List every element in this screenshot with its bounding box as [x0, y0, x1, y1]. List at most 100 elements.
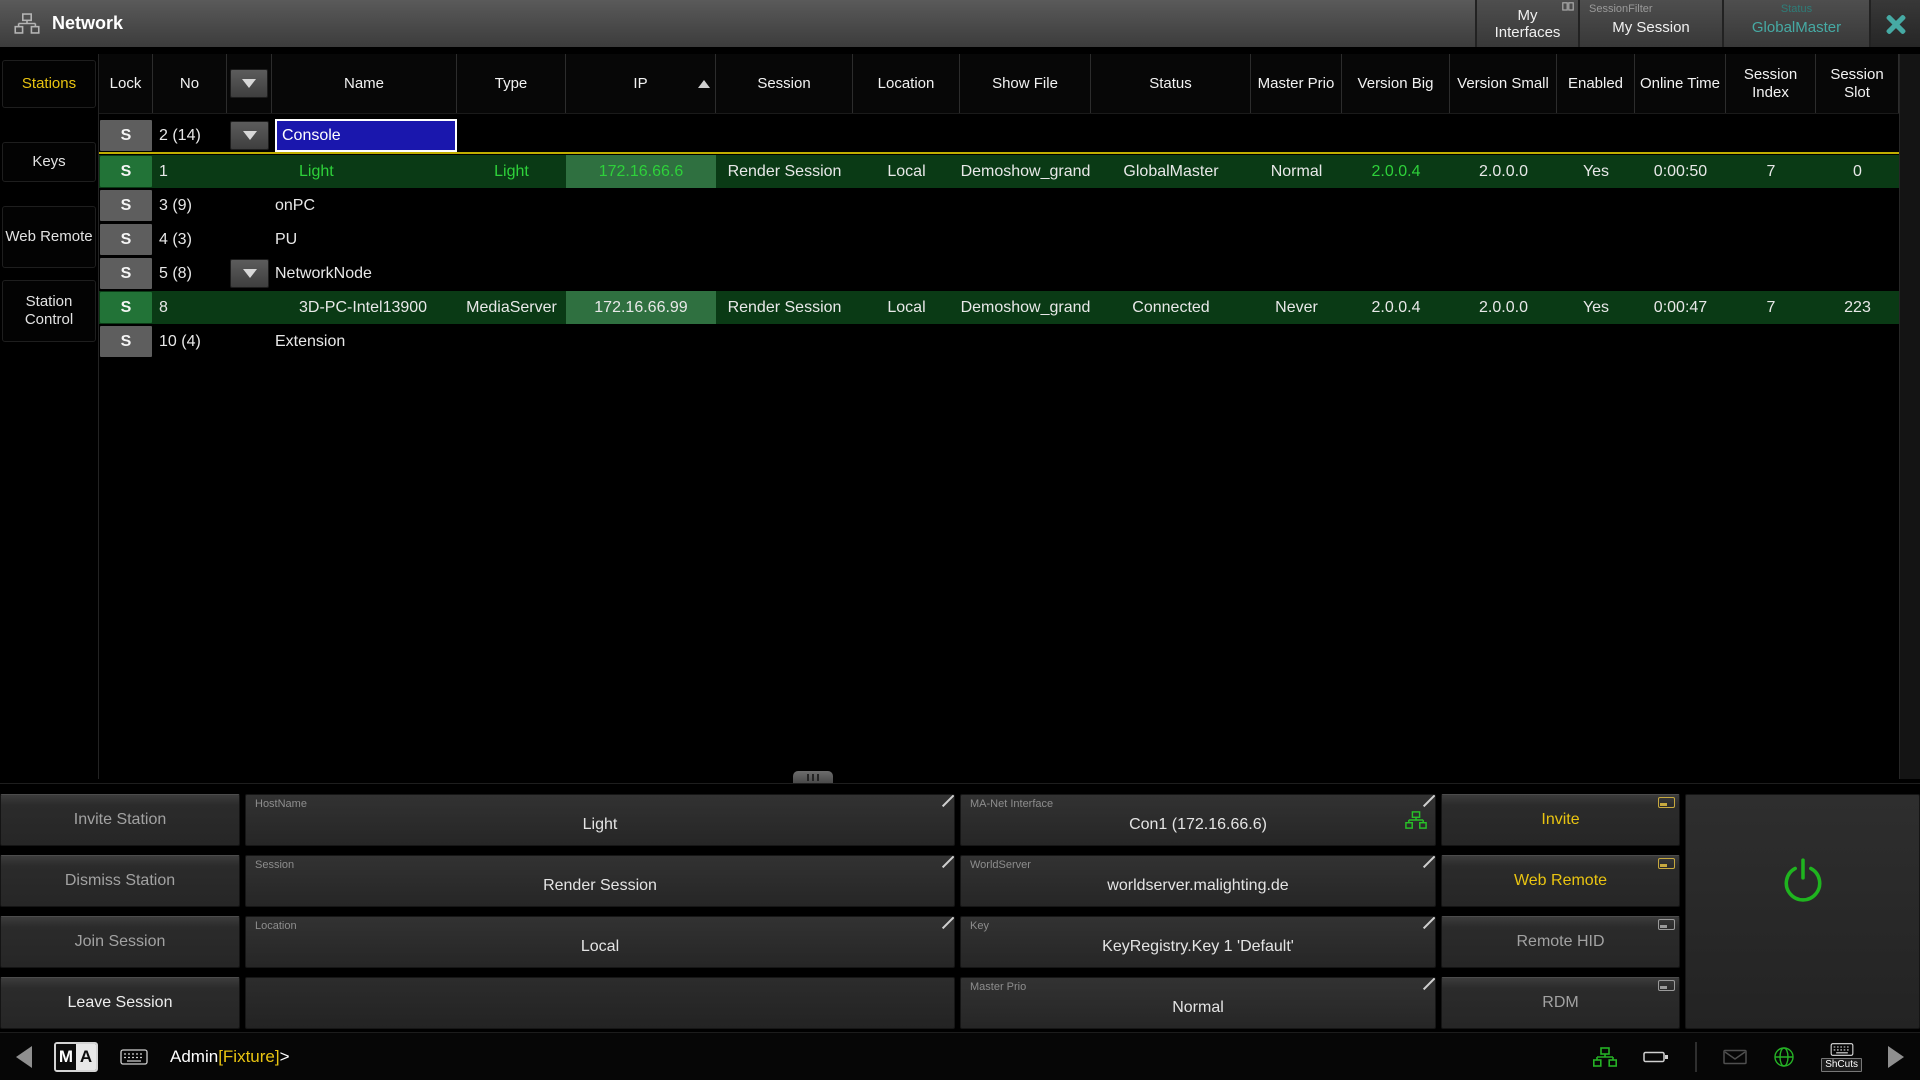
- sidebar-tab-station-control[interactable]: Station Control: [2, 280, 96, 342]
- worldserver-field[interactable]: WorldServer worldserver.malighting.de: [960, 855, 1436, 907]
- cell-master_prio[interactable]: [1251, 223, 1342, 256]
- cell-ip[interactable]: [566, 189, 716, 222]
- table-row-3d-pc-intel13900[interactable]: S83D-PC-Intel13900MediaServer172.16.66.9…: [99, 291, 1899, 324]
- cell-master_prio[interactable]: Normal: [1251, 155, 1342, 188]
- remote-hid-button[interactable]: Remote HID: [1441, 916, 1680, 968]
- cell-session_index[interactable]: [1726, 223, 1816, 256]
- close-button[interactable]: [1869, 0, 1920, 47]
- cell-session_slot[interactable]: [1816, 189, 1899, 222]
- cell-type[interactable]: [457, 257, 566, 290]
- key-field[interactable]: Key KeyRegistry.Key 1 'Default': [960, 916, 1436, 968]
- cell-lock[interactable]: S: [99, 189, 153, 222]
- cell-no[interactable]: 10 (4): [153, 325, 227, 358]
- cell-no[interactable]: 5 (8): [153, 257, 227, 290]
- cell-name[interactable]: PU: [272, 223, 457, 256]
- cell-session_index[interactable]: [1726, 189, 1816, 222]
- cell-location[interactable]: Local: [853, 291, 960, 324]
- cell-online_time[interactable]: [1635, 189, 1726, 222]
- cell-ip[interactable]: [566, 119, 716, 152]
- cell-session_index[interactable]: [1726, 257, 1816, 290]
- cell-lock[interactable]: S: [99, 119, 153, 152]
- cell-type[interactable]: [457, 119, 566, 152]
- status-button[interactable]: Status GlobalMaster: [1722, 0, 1869, 47]
- cell-expander[interactable]: [227, 257, 272, 290]
- cell-show_file[interactable]: Demoshow_grand: [960, 291, 1091, 324]
- cell-enabled[interactable]: [1557, 257, 1635, 290]
- cell-ip[interactable]: 172.16.66.6: [566, 155, 716, 188]
- sidebar-tab-keys[interactable]: Keys: [2, 142, 96, 182]
- session-field[interactable]: Session Render Session: [245, 855, 955, 907]
- cell-online_time[interactable]: 0:00:47: [1635, 291, 1726, 324]
- cell-session_slot[interactable]: [1816, 257, 1899, 290]
- cell-name[interactable]: Extension: [272, 325, 457, 358]
- cell-session[interactable]: [716, 189, 853, 222]
- expand-all-button[interactable]: [230, 69, 268, 98]
- session-filter-button[interactable]: SessionFilter My Session: [1578, 0, 1722, 47]
- cell-type[interactable]: [457, 189, 566, 222]
- cell-status[interactable]: [1091, 223, 1251, 256]
- cell-show_file[interactable]: [960, 189, 1091, 222]
- messages-icon[interactable]: [1723, 1049, 1747, 1065]
- cell-version_small[interactable]: 2.0.0.0: [1450, 155, 1557, 188]
- column-header-lock[interactable]: Lock: [99, 54, 153, 113]
- cell-location[interactable]: Local: [853, 155, 960, 188]
- cell-lock[interactable]: S: [99, 325, 153, 358]
- cell-lock[interactable]: S: [99, 223, 153, 256]
- cell-enabled[interactable]: [1557, 119, 1635, 152]
- cell-version_big[interactable]: [1342, 257, 1450, 290]
- cell-no[interactable]: 3 (9): [153, 189, 227, 222]
- battery-icon[interactable]: [1643, 1050, 1669, 1064]
- cell-expander[interactable]: [227, 291, 272, 324]
- invite-station-button[interactable]: Invite Station: [0, 794, 240, 846]
- cell-version_small[interactable]: 2.0.0.0: [1450, 291, 1557, 324]
- collapse-group-button[interactable]: [230, 121, 269, 150]
- cell-master_prio[interactable]: [1251, 119, 1342, 152]
- cell-master_prio[interactable]: [1251, 189, 1342, 222]
- cell-enabled[interactable]: Yes: [1557, 155, 1635, 188]
- network-status-icon[interactable]: [1593, 1047, 1617, 1067]
- cell-show_file[interactable]: [960, 223, 1091, 256]
- cell-location[interactable]: [853, 257, 960, 290]
- hostname-field[interactable]: HostName Light: [245, 794, 955, 846]
- column-header-enabled[interactable]: Enabled: [1557, 54, 1635, 113]
- column-header-version_big[interactable]: Version Big: [1342, 54, 1450, 113]
- command-line-input[interactable]: Admin[Fixture]>: [170, 1047, 290, 1067]
- table-row-pu[interactable]: S4 (3)PU: [99, 223, 1899, 256]
- cell-session_index[interactable]: [1726, 325, 1816, 358]
- column-header-online_time[interactable]: Online Time: [1635, 54, 1726, 113]
- cell-online_time[interactable]: [1635, 257, 1726, 290]
- cell-session_slot[interactable]: [1816, 223, 1899, 256]
- collapse-group-button[interactable]: [230, 259, 269, 288]
- column-header-session_index[interactable]: Session Index: [1726, 54, 1816, 113]
- column-header-location[interactable]: Location: [853, 54, 960, 113]
- sidebar-tab-stations[interactable]: Stations: [2, 60, 96, 108]
- cell-expander[interactable]: [227, 119, 272, 152]
- column-header-version_small[interactable]: Version Small: [1450, 54, 1557, 113]
- column-header-session[interactable]: Session: [716, 54, 853, 113]
- cell-version_small[interactable]: [1450, 223, 1557, 256]
- cell-version_big[interactable]: [1342, 223, 1450, 256]
- cell-type[interactable]: Light: [457, 155, 566, 188]
- table-row-extension[interactable]: S10 (4) Extension: [99, 325, 1899, 358]
- cell-no[interactable]: 1: [153, 155, 227, 188]
- sidebar-tab-web-remote[interactable]: Web Remote: [2, 206, 96, 268]
- cell-show_file[interactable]: [960, 119, 1091, 152]
- cell-status[interactable]: [1091, 189, 1251, 222]
- power-icon[interactable]: [1779, 857, 1827, 905]
- cell-enabled[interactable]: [1557, 223, 1635, 256]
- cell-name[interactable]: Console: [272, 119, 457, 152]
- cell-ip[interactable]: [566, 257, 716, 290]
- cell-lock[interactable]: S: [99, 257, 153, 290]
- cell-location[interactable]: [853, 119, 960, 152]
- cell-show_file[interactable]: [960, 257, 1091, 290]
- cell-type[interactable]: MediaServer: [457, 291, 566, 324]
- web-remote-button[interactable]: Web Remote: [1441, 855, 1680, 907]
- cell-expander[interactable]: [227, 155, 272, 188]
- cell-location[interactable]: [853, 189, 960, 222]
- cell-status[interactable]: Connected: [1091, 291, 1251, 324]
- ma-net-interface-field[interactable]: MA-Net Interface Con1 (172.16.66.6): [960, 794, 1436, 846]
- cell-online_time[interactable]: 0:00:50: [1635, 155, 1726, 188]
- cell-name[interactable]: onPC: [272, 189, 457, 222]
- cell-show_file[interactable]: Demoshow_grand: [960, 155, 1091, 188]
- cell-enabled[interactable]: [1557, 325, 1635, 358]
